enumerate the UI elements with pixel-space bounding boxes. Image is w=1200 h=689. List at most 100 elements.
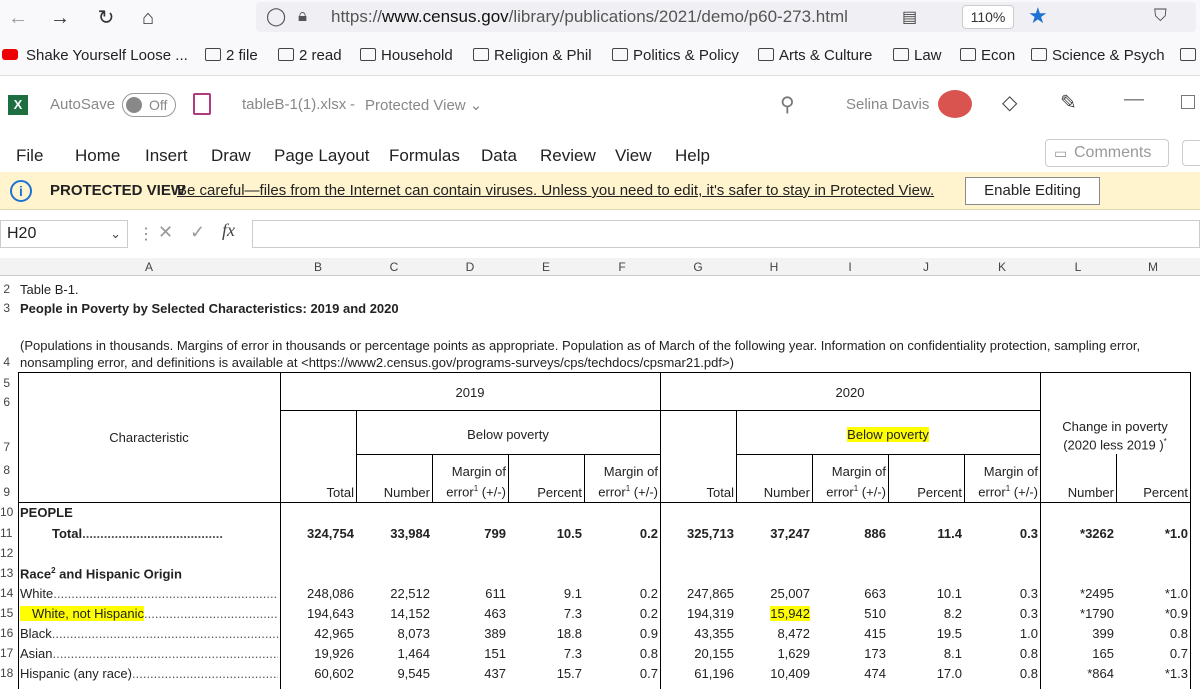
col-header-k[interactable]: K — [964, 258, 1040, 276]
row-header[interactable]: 18 — [0, 666, 13, 680]
table-cell[interactable]: 324,754 — [280, 526, 354, 541]
table-cell[interactable]: 18.8 — [508, 626, 582, 641]
table-cell[interactable]: 22,512 — [356, 586, 430, 601]
col-header-d[interactable]: D — [432, 258, 508, 276]
row-header[interactable]: 3 — [0, 301, 10, 315]
row-header[interactable]: 2 — [0, 282, 10, 296]
table-cell[interactable]: 1.0 — [964, 626, 1038, 641]
table-cell[interactable]: *1.3 — [1116, 666, 1188, 681]
tab-home[interactable]: Home — [75, 146, 120, 166]
col-header-i[interactable]: I — [812, 258, 888, 276]
row-header[interactable]: 12 — [0, 546, 13, 560]
bookmark-folder[interactable]: Science & Psych — [1031, 47, 1165, 64]
back-icon[interactable]: ← — [4, 4, 32, 32]
row-header[interactable]: 11 — [0, 526, 12, 540]
table-cell[interactable]: 60,602 — [280, 666, 354, 681]
col-header-j[interactable]: J — [888, 258, 964, 276]
row-header[interactable]: 15 — [0, 606, 13, 620]
table-cell[interactable]: 43,355 — [660, 626, 734, 641]
view-mode[interactable]: Protected View ⌄ — [365, 96, 482, 114]
table-cell[interactable]: 0.2 — [584, 526, 658, 541]
table-cell[interactable]: 8.1 — [888, 646, 962, 661]
row-header[interactable]: 8 — [0, 463, 10, 477]
table-cell[interactable]: 0.8 — [584, 646, 658, 661]
table-cell[interactable]: 0.2 — [584, 586, 658, 601]
bookmark-folder[interactable]: Religion & Phil — [473, 47, 592, 64]
table-cell[interactable]: 0.2 — [584, 606, 658, 621]
table-cell[interactable]: 20,155 — [660, 646, 734, 661]
bookmark-folder[interactable]: 2 file — [205, 47, 258, 64]
table-cell[interactable]: 0.3 — [964, 606, 1038, 621]
table-cell[interactable]: 0.3 — [964, 586, 1038, 601]
col-header-e[interactable]: E — [508, 258, 584, 276]
formula-input[interactable] — [252, 220, 1200, 248]
row-header[interactable]: 10 — [0, 505, 13, 519]
table-cell[interactable]: 165 — [1040, 646, 1114, 661]
tab-help[interactable]: Help — [675, 146, 710, 166]
avatar[interactable] — [938, 90, 972, 118]
table-cell[interactable]: 799 — [432, 526, 506, 541]
tab-page-layout[interactable]: Page Layout — [274, 146, 369, 166]
table-cell[interactable]: *1790 — [1040, 606, 1114, 621]
table-cell[interactable]: 11.4 — [888, 526, 962, 541]
chevron-down-icon[interactable]: ⌄ — [110, 221, 121, 247]
table-cell[interactable]: 10,409 — [736, 666, 810, 681]
table-cell[interactable]: 437 — [432, 666, 506, 681]
table-cell[interactable]: 510 — [812, 606, 886, 621]
row-header[interactable]: 17 — [0, 646, 13, 660]
table-cell[interactable]: 474 — [812, 666, 886, 681]
table-cell[interactable]: 0.3 — [964, 526, 1038, 541]
table-cell[interactable]: 325,713 — [660, 526, 734, 541]
table-cell[interactable]: 663 — [812, 586, 886, 601]
table-cell[interactable]: 25,007 — [736, 586, 810, 601]
table-cell[interactable]: 8.2 — [888, 606, 962, 621]
maximize-icon[interactable] — [1181, 95, 1195, 109]
col-header-a[interactable]: A — [18, 258, 280, 276]
tab-draw[interactable]: Draw — [211, 146, 251, 166]
bookmark-folder[interactable]: Politics & Policy — [612, 47, 739, 64]
col-header-b[interactable]: B — [280, 258, 356, 276]
comments-button[interactable]: ▭ Comments — [1045, 139, 1169, 167]
minimize-icon[interactable]: — — [1124, 88, 1144, 111]
table-cell[interactable]: 0.7 — [584, 666, 658, 681]
table-cell[interactable]: 42,965 — [280, 626, 354, 641]
url-bar[interactable]: ◯ 🔒︎ https://www.census.gov/library/publ… — [256, 2, 1196, 32]
row-header[interactable]: 6 — [0, 395, 10, 409]
table-cell[interactable]: 0.8 — [964, 666, 1038, 681]
table-cell[interactable]: 886 — [812, 526, 886, 541]
table-cell[interactable]: *864 — [1040, 666, 1114, 681]
table-cell[interactable]: 173 — [812, 646, 886, 661]
tab-view[interactable]: View — [615, 146, 652, 166]
row-header[interactable]: 5 — [0, 376, 10, 390]
row-header[interactable]: 14 — [0, 586, 13, 600]
table-cell[interactable]: 463 — [432, 606, 506, 621]
share-button[interactable] — [1182, 140, 1200, 166]
reader-view-icon[interactable]: ▤ — [902, 7, 917, 27]
forward-icon[interactable]: → — [46, 4, 74, 32]
tab-formulas[interactable]: Formulas — [389, 146, 460, 166]
tab-data[interactable]: Data — [481, 146, 517, 166]
tab-review[interactable]: Review — [540, 146, 596, 166]
table-cell[interactable]: *2495 — [1040, 586, 1114, 601]
table-cell[interactable]: 19,926 — [280, 646, 354, 661]
tab-insert[interactable]: Insert — [145, 146, 188, 166]
table-cell[interactable]: 7.3 — [508, 646, 582, 661]
table-cell[interactable]: 15,942 — [736, 606, 810, 621]
autosave-toggle[interactable]: Off — [122, 93, 176, 117]
table-cell[interactable]: 14,152 — [356, 606, 430, 621]
tab-file[interactable]: File — [16, 146, 43, 166]
table-cell[interactable]: 33,984 — [356, 526, 430, 541]
table-cell[interactable]: 0.8 — [1116, 626, 1188, 641]
folder-icon[interactable] — [1180, 47, 1200, 64]
bookmark-folder[interactable]: 2 read — [278, 47, 342, 64]
protected-message-link[interactable]: Be careful—files from the Internet can c… — [177, 182, 934, 199]
reload-icon[interactable]: ↻ — [92, 4, 120, 32]
col-header-c[interactable]: C — [356, 258, 432, 276]
bookmark-folder[interactable]: Econ — [960, 47, 1015, 64]
table-cell[interactable]: 1,629 — [736, 646, 810, 661]
search-icon[interactable]: ⚲ — [780, 92, 795, 117]
table-cell[interactable]: 61,196 — [660, 666, 734, 681]
cancel-icon[interactable]: ✕ — [158, 222, 173, 243]
check-icon[interactable]: ✓ — [190, 222, 205, 243]
bookmark-folder[interactable]: Arts & Culture — [758, 47, 872, 64]
